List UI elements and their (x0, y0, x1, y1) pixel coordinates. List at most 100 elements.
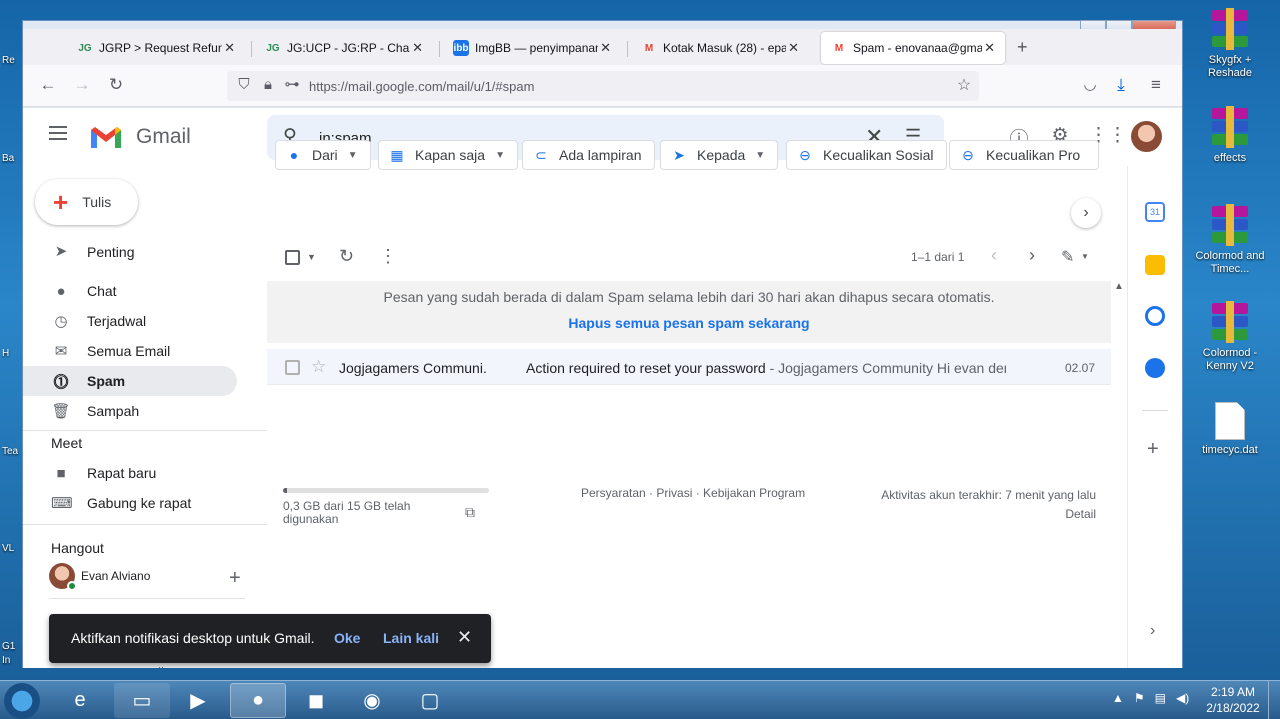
clock[interactable]: 2:19 AM 2/18/2022 (1206, 684, 1260, 716)
internet-explorer-icon[interactable]: e (52, 683, 108, 718)
contacts-person-icon[interactable]: ● (121, 664, 129, 668)
nav-item-penting[interactable]: ➤ Penting (23, 246, 237, 260)
desktop-icon-timecyc[interactable]: timecyc.dat (1192, 402, 1268, 457)
close-tab-icon[interactable]: ✕ (788, 40, 799, 56)
app-menu-icon[interactable]: ≡ (1145, 75, 1167, 95)
previous-page-icon[interactable]: ‹ (991, 245, 997, 266)
file-explorer-icon[interactable]: ▭ (114, 683, 170, 718)
window-app-icon[interactable]: ▢ (402, 683, 458, 718)
chips-next-button[interactable]: › (1071, 198, 1101, 228)
reload-icon[interactable]: ↻ (105, 75, 127, 95)
close-tab-icon[interactable]: ✕ (224, 40, 235, 56)
desktop-fragment[interactable]: G1 (2, 641, 22, 652)
snackbar-later-button[interactable]: Lain kali (383, 630, 439, 646)
tray-expand-icon[interactable]: ▲ (1112, 691, 1124, 705)
keep-icon[interactable] (1145, 255, 1165, 275)
main-menu-icon[interactable] (49, 126, 67, 144)
forward-icon[interactable]: → (71, 75, 93, 95)
game-app-icon[interactable]: ◼ (288, 683, 344, 718)
browser-tab[interactable]: ibb ImgBB — penyimpanan gam ✕ (443, 32, 621, 64)
star-icon[interactable]: ☆ (311, 357, 326, 377)
snackbar-close-icon[interactable]: ✕ (457, 627, 472, 648)
nav-item-chat[interactable]: ● Chat (23, 276, 237, 306)
hangouts-chat-icon[interactable]: ❝ (157, 664, 165, 668)
chip-kecualikan-promosi[interactable]: ⊖ Kecualikan Pro (949, 140, 1099, 170)
browser-tab[interactable]: M Kotak Masuk (28) - epangan ✕ (631, 32, 809, 64)
chip-ada-lampiran[interactable]: ⊂ Ada lampiran (522, 140, 655, 170)
download-icon[interactable]: ⤓ (1110, 75, 1132, 95)
new-tab-button[interactable]: + (1017, 37, 1028, 58)
pocket-icon[interactable]: ◡ (1079, 75, 1101, 93)
desktop-icon-colormod-timecyc[interactable]: Colormod and Timec... (1192, 204, 1268, 276)
nav-item-semua-email[interactable]: ✉ Semua Email (23, 336, 237, 366)
desktop-fragment[interactable]: Ba (2, 153, 22, 164)
refresh-icon[interactable]: ↻ (339, 246, 354, 267)
start-button[interactable] (4, 683, 40, 719)
add-hangout-icon[interactable]: + (229, 567, 241, 590)
permissions-icon[interactable]: ⊶ (281, 75, 303, 93)
browser-tab[interactable]: JG JGRP > Request Refund - Jo ✕ (67, 32, 245, 64)
desktop-fragment[interactable]: In (2, 655, 22, 666)
chip-dari[interactable]: ● Dari ▼ (275, 140, 371, 170)
desktop-fragment[interactable]: Tea (2, 446, 22, 457)
meet-new-meeting[interactable]: ■ Rapat baru (23, 458, 237, 488)
show-side-panel-icon[interactable]: › (1150, 622, 1155, 640)
network-icon[interactable]: ▤ (1155, 691, 1166, 705)
shield-icon[interactable]: ⛉ (233, 76, 255, 93)
divider (23, 524, 267, 525)
desktop-icon-colormod-kenny[interactable]: Colormod - Kenny V2 (1192, 301, 1268, 373)
row-sender: Jogjagamers Communi. (339, 360, 487, 376)
chip-kepada[interactable]: ➤ Kepada ▼ (660, 140, 779, 170)
nav-item-terjadwal[interactable]: ◷ Terjadwal (23, 306, 237, 336)
action-center-icon[interactable]: ⚑ (1134, 691, 1145, 705)
volume-icon[interactable]: ◀) (1176, 691, 1189, 705)
add-addon-icon[interactable]: + (1147, 438, 1159, 461)
headset-app-icon[interactable]: ◉ (344, 683, 400, 718)
firefox-icon[interactable]: ● (230, 683, 286, 718)
gmail-wordmark[interactable]: Gmail (136, 125, 191, 149)
nav-item-sampah[interactable]: 🗑︎ Sampah (23, 396, 237, 426)
calendar-icon[interactable]: 31 (1145, 202, 1165, 222)
lock-icon[interactable]: 🔒︎ (257, 76, 279, 93)
desktop-fragment[interactable]: H (2, 348, 22, 359)
input-tools-icon[interactable]: ✎ (1061, 247, 1074, 267)
browser-tab-active[interactable]: M Spam - enovanaa@gmail.c ✕ (821, 32, 1005, 64)
table-row[interactable]: ☆ Jogjagamers Communi. Action required t… (267, 349, 1111, 385)
snackbar-ok-button[interactable]: Oke (334, 630, 360, 646)
list-scrollbar[interactable]: ▲ ▼ (1111, 281, 1127, 668)
bookmark-star-icon[interactable]: ☆ (953, 75, 975, 95)
select-dropdown-icon[interactable]: ▼ (307, 252, 316, 262)
url-text[interactable]: https://mail.google.com/mail/u/1/#spam (309, 79, 534, 94)
desktop-icon-effects[interactable]: effects (1192, 106, 1268, 165)
row-checkbox[interactable] (285, 360, 300, 375)
account-avatar[interactable] (1131, 121, 1162, 152)
gmail-logo-icon[interactable] (89, 124, 123, 150)
more-options-icon[interactable]: ⋮ (379, 246, 397, 267)
delete-all-spam-link[interactable]: Hapus semua pesan spam sekarang (267, 315, 1111, 331)
dropdown-arrow-icon[interactable]: ▼ (1081, 252, 1089, 261)
footer-links[interactable]: Persyaratan · Privasi · Kebijakan Progra… (581, 486, 805, 500)
close-tab-icon[interactable]: ✕ (412, 40, 423, 56)
meet-join-meeting[interactable]: ⌨ Gabung ke rapat (23, 488, 237, 518)
desktop-fragment[interactable]: Re (2, 55, 22, 66)
open-external-icon[interactable]: ⧉ (465, 504, 475, 521)
show-desktop-button[interactable] (1268, 681, 1280, 719)
compose-button[interactable]: + Tulis (35, 179, 138, 225)
select-all-checkbox[interactable] (285, 250, 300, 265)
chip-kapan-saja[interactable]: ▦ Kapan saja ▼ (378, 140, 518, 170)
activity-detail-link[interactable]: Detail (881, 505, 1096, 524)
next-page-icon[interactable]: › (1029, 245, 1035, 266)
close-tab-icon[interactable]: ✕ (600, 40, 611, 56)
back-icon[interactable]: ← (37, 75, 59, 95)
tasks-icon[interactable] (1145, 306, 1165, 326)
desktop-icon-skygfx[interactable]: Skygfx + Reshade (1192, 8, 1268, 80)
contacts-icon[interactable] (1145, 358, 1165, 378)
chip-kecualikan-sosial[interactable]: ⊖ Kecualikan Sosial (786, 140, 947, 170)
nav-item-spam[interactable]: ⓵ Spam (23, 366, 237, 396)
media-player-icon[interactable]: ▶ (170, 683, 226, 718)
desktop-fragment[interactable]: VL (2, 543, 22, 554)
url-bar[interactable]: ⛉ 🔒︎ ⊶ https://mail.google.com/mail/u/1/… (227, 71, 979, 101)
scroll-up-icon[interactable]: ▲ (1114, 281, 1124, 292)
browser-tab[interactable]: JG JG:UCP - JG:RP - Characters ✕ (255, 32, 433, 64)
close-tab-icon[interactable]: ✕ (984, 40, 995, 56)
